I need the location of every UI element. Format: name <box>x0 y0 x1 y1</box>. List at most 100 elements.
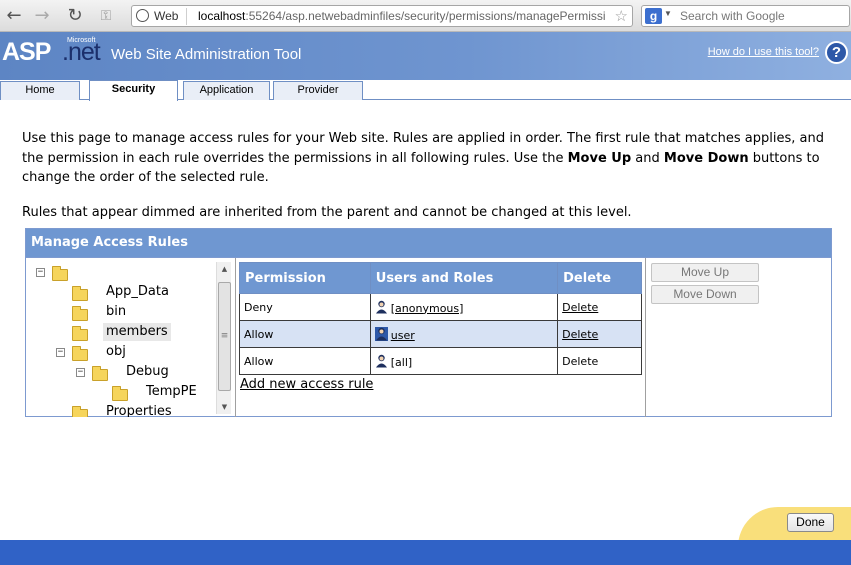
tab-bar: Home Security Application Provider <box>0 80 851 101</box>
inherited-note: Rules that appear dimmed are inherited f… <box>22 205 632 220</box>
user-cell: user <box>369 320 559 348</box>
folder-tree: − App_Data bin members − obj − Debug Tem… <box>26 258 236 417</box>
delete-label: Delete <box>562 354 599 368</box>
table-row[interactable]: Allow [all] Delete <box>239 347 642 375</box>
browser-toolbar: ← → ↻ ⚿ Web localhost:55264/asp.netwebad… <box>0 0 851 32</box>
tree-item-label: Properties <box>106 404 172 417</box>
intro-and: and <box>631 150 664 166</box>
tree-item-label: members <box>103 323 171 341</box>
tree-item-label: bin <box>106 304 127 319</box>
user-icon <box>375 354 387 367</box>
move-buttons-pane: Move Up Move Down <box>646 258 831 417</box>
back-arrow-icon[interactable]: ← <box>2 4 26 28</box>
tree-item-label: TempPE <box>146 384 197 399</box>
delete-cell: Delete <box>557 293 642 321</box>
panel-body: − App_Data bin members − obj − Debug Tem… <box>26 257 831 417</box>
permission-cell: Allow <box>239 347 371 375</box>
chevron-down-icon[interactable]: ▼ <box>664 9 672 18</box>
permission-cell: Deny <box>239 293 371 321</box>
delete-link[interactable]: Delete <box>562 301 598 314</box>
move-up-button[interactable]: Move Up <box>651 263 759 282</box>
user-cell: [anonymous] <box>369 293 559 321</box>
collapse-icon[interactable]: − <box>56 348 65 357</box>
tree-item-debug[interactable]: Debug <box>123 363 172 381</box>
tree-item-label: Debug <box>126 364 169 379</box>
table-header-row: Permission Users and Roles Delete <box>239 262 642 294</box>
tree-item-obj[interactable]: obj <box>103 343 129 361</box>
scroll-up-icon[interactable]: ▲ <box>217 262 232 276</box>
reload-icon[interactable]: ↻ <box>63 4 87 28</box>
delete-cell: Delete <box>557 347 642 375</box>
user-link[interactable]: [anonymous] <box>391 302 464 315</box>
site-identity-label: Web <box>154 9 179 23</box>
url-text[interactable]: localhost:55264/asp.netwebadminfiles/sec… <box>198 9 614 23</box>
delete-cell: Delete <box>557 320 642 348</box>
logo-asp: ASP <box>2 38 51 66</box>
rules-pane: Permission Users and Roles Delete Deny [… <box>236 258 646 417</box>
help-link[interactable]: How do I use this tool? <box>708 46 819 58</box>
star-icon[interactable]: ☆ <box>615 7 628 25</box>
intro-move-up: Move Up <box>567 150 632 166</box>
folder-icon[interactable] <box>72 406 88 417</box>
delete-link[interactable]: Delete <box>562 328 598 341</box>
url-host: localhost <box>198 9 246 23</box>
scroll-down-icon[interactable]: ▼ <box>217 400 232 414</box>
folder-icon[interactable] <box>112 386 128 401</box>
tree-item-bin[interactable]: bin <box>103 303 129 321</box>
move-down-button[interactable]: Move Down <box>651 285 759 304</box>
help-icon[interactable]: ? <box>825 41 848 64</box>
folder-icon[interactable] <box>72 306 88 321</box>
footer-bar <box>0 540 851 565</box>
tab-security[interactable]: Security <box>89 80 178 101</box>
folder-icon[interactable] <box>72 326 88 341</box>
column-header-users-roles: Users and Roles <box>369 262 559 294</box>
panel-title: Manage Access Rules <box>26 229 831 257</box>
tab-application[interactable]: Application <box>183 81 270 100</box>
logo-net: .net <box>62 38 101 66</box>
user-icon <box>375 300 387 313</box>
intro-move-down: Move Down <box>663 150 749 166</box>
globe-icon <box>136 9 149 22</box>
folder-icon[interactable] <box>92 366 108 381</box>
column-header-delete: Delete <box>557 262 642 294</box>
done-button[interactable]: Done <box>787 513 834 532</box>
tree-item-temppe[interactable]: TempPE <box>143 383 200 401</box>
address-bar[interactable]: Web localhost:55264/asp.netwebadminfiles… <box>131 5 633 27</box>
user-link[interactable]: user <box>391 329 415 342</box>
folder-icon[interactable] <box>72 346 88 361</box>
access-rules-table: Permission Users and Roles Delete Deny [… <box>239 262 642 375</box>
folder-icon[interactable] <box>72 286 88 301</box>
manage-access-rules-panel: Manage Access Rules − App_Data bin membe… <box>25 228 832 417</box>
tab-provider[interactable]: Provider <box>273 81 363 100</box>
tree-item-properties[interactable]: Properties <box>103 403 175 417</box>
tree-item-root[interactable] <box>70 264 76 282</box>
collapse-icon[interactable]: − <box>76 368 85 377</box>
app-title: Web Site Administration Tool <box>111 46 302 63</box>
user-label: [all] <box>390 355 413 369</box>
url-path: :55264/asp.netwebadminfiles/security/per… <box>245 9 606 23</box>
table-row[interactable]: Allow user Delete <box>239 320 642 348</box>
app-header: ASP Microsoft .net Web Site Administrati… <box>0 32 851 80</box>
intro-paragraph: Use this page to manage access rules for… <box>22 129 842 188</box>
add-new-access-rule-link[interactable]: Add new access rule <box>240 377 373 392</box>
column-header-permission: Permission <box>239 262 371 294</box>
tab-home[interactable]: Home <box>0 81 80 100</box>
search-placeholder[interactable]: Search with Google <box>680 9 785 23</box>
tree-item-label: App_Data <box>106 284 169 299</box>
tree-scrollbar[interactable]: ▲ ≡ ▼ <box>216 262 231 414</box>
tree-item-app-data[interactable]: App_Data <box>103 283 172 301</box>
site-identity-button[interactable]: Web <box>136 8 188 25</box>
google-icon[interactable]: g <box>645 8 662 24</box>
tree-item-label: obj <box>106 344 126 359</box>
aspnet-logo: ASP Microsoft .net <box>2 37 106 68</box>
table-row[interactable]: Deny [anonymous] Delete <box>239 293 642 321</box>
forward-arrow-icon[interactable]: → <box>30 4 54 28</box>
search-bar[interactable]: g ▼ Search with Google <box>641 5 850 27</box>
key-icon[interactable]: ⚿ <box>94 4 118 28</box>
tree-item-members[interactable]: members <box>103 323 171 341</box>
collapse-icon[interactable]: − <box>36 268 45 277</box>
permission-cell: Allow <box>239 320 371 348</box>
user-cell: [all] <box>369 347 559 375</box>
folder-icon[interactable] <box>52 266 68 281</box>
scroll-thumb[interactable]: ≡ <box>218 282 231 391</box>
